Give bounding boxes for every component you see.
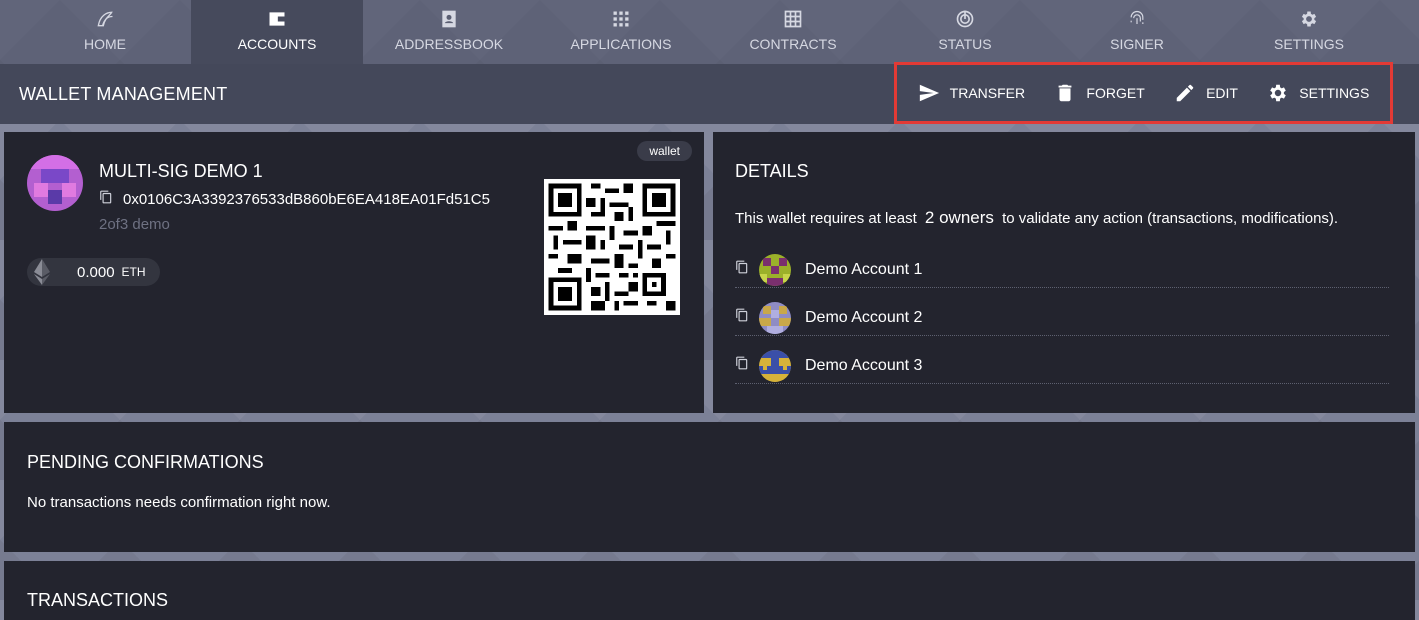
- details-description: This wallet requires at least 2 owners t…: [735, 208, 1338, 228]
- owner-name: Demo Account 3: [805, 356, 923, 374]
- apps-grid-icon: [610, 8, 632, 30]
- balance-value: 0.000: [77, 263, 115, 281]
- tab-contracts[interactable]: CONTRACTS: [707, 0, 879, 64]
- owner-name: Demo Account 1: [805, 260, 923, 278]
- tab-accounts-label: ACCOUNTS: [237, 36, 317, 52]
- tab-signer[interactable]: SIGNER: [1051, 0, 1223, 64]
- owner-avatar: [759, 301, 791, 334]
- tab-status[interactable]: STATUS: [879, 0, 1051, 64]
- top-navigation: HOME ACCOUNTS ADDRESSBOOK APPLICATIONS C…: [0, 0, 1419, 64]
- tab-settings-label: SETTINGS: [1273, 36, 1344, 52]
- edit-label: EDIT: [1206, 85, 1238, 101]
- forget-button[interactable]: FORGET: [1054, 82, 1145, 104]
- send-icon: [919, 84, 939, 102]
- status-icon: [954, 8, 976, 30]
- transactions-title: TRANSACTIONS: [27, 590, 169, 610]
- wallet-avatar: [27, 155, 83, 211]
- tab-applications[interactable]: APPLICATIONS: [535, 0, 707, 64]
- tab-settings[interactable]: SETTINGS: [1223, 0, 1395, 64]
- owner-avatar: [759, 349, 791, 382]
- copy-icon[interactable]: [99, 190, 113, 209]
- gear-icon: [1270, 84, 1287, 102]
- pending-title: PENDING CONFIRMATIONS: [27, 452, 264, 472]
- transfer-label: TRANSFER: [949, 85, 1026, 101]
- pending-empty-text: No transactions needs confirmation right…: [27, 494, 331, 511]
- fingerprint-icon: [1126, 8, 1148, 30]
- transactions-card: TRANSACTIONS: [4, 561, 1415, 620]
- owner-row[interactable]: Demo Account 1: [735, 252, 1389, 288]
- trash-icon: [1059, 84, 1072, 102]
- edit-button[interactable]: EDIT: [1174, 82, 1238, 104]
- wallet-balance: 0.000 ETH: [27, 258, 160, 286]
- tab-home-label: HOME: [84, 36, 126, 52]
- details-text-before: This wallet requires at least: [735, 210, 917, 227]
- details-text-after: to validate any action (transactions, mo…: [1002, 210, 1339, 227]
- wallet-card: wallet MULTI-SIG DEMO 1 0x0106C3A3392376…: [4, 132, 704, 413]
- ethereum-icon: [34, 259, 50, 285]
- pending-confirmations-card: PENDING CONFIRMATIONS No transactions ne…: [4, 422, 1415, 552]
- home-icon: [94, 8, 116, 30]
- gear-icon: [1298, 8, 1320, 30]
- tab-status-label: STATUS: [938, 36, 992, 52]
- tab-addressbook-label: ADDRESSBOOK: [394, 36, 504, 52]
- contracts-grid-icon: [782, 8, 804, 30]
- owner-name: Demo Account 2: [805, 308, 923, 326]
- address-qr-code: [544, 179, 680, 315]
- transfer-button[interactable]: TRANSFER: [918, 82, 1025, 104]
- tab-signer-label: SIGNER: [1110, 36, 1164, 52]
- tab-contracts-label: CONTRACTS: [749, 36, 837, 52]
- wallet-description: 2of3 demo: [99, 216, 170, 233]
- copy-icon[interactable]: [735, 356, 749, 375]
- wallet-address: 0x0106C3A3392376533dB860bE6EA418EA01Fd51…: [123, 191, 490, 208]
- forget-label: FORGET: [1086, 85, 1145, 101]
- required-owners: 2 owners: [924, 208, 994, 227]
- settings-button[interactable]: SETTINGS: [1267, 82, 1369, 104]
- page-title: WALLET MANAGEMENT: [19, 84, 228, 104]
- wallet-address-row: 0x0106C3A3392376533dB860bE6EA418EA01Fd51…: [99, 190, 490, 209]
- wallet-icon: [266, 8, 288, 30]
- tab-addressbook[interactable]: ADDRESSBOOK: [363, 0, 535, 64]
- copy-icon[interactable]: [735, 260, 749, 279]
- balance-unit: ETH: [121, 265, 146, 279]
- wallet-type-badge: wallet: [637, 141, 692, 161]
- details-title: DETAILS: [735, 161, 809, 181]
- copy-icon[interactable]: [735, 308, 749, 327]
- pencil-icon: [1176, 84, 1194, 102]
- owner-avatar: [759, 253, 791, 286]
- tab-accounts[interactable]: ACCOUNTS: [191, 0, 363, 64]
- wallet-name: MULTI-SIG DEMO 1: [99, 161, 263, 181]
- tab-home[interactable]: HOME: [19, 0, 191, 64]
- wallet-actions-toolbar: TRANSFER FORGET EDIT SETTINGS: [894, 62, 1393, 124]
- tab-applications-label: APPLICATIONS: [570, 36, 672, 52]
- owner-row[interactable]: Demo Account 2: [735, 300, 1389, 336]
- settings-label: SETTINGS: [1299, 85, 1370, 101]
- details-card: DETAILS This wallet requires at least 2 …: [713, 132, 1415, 413]
- addressbook-icon: [438, 8, 460, 30]
- owner-row[interactable]: Demo Account 3: [735, 348, 1389, 384]
